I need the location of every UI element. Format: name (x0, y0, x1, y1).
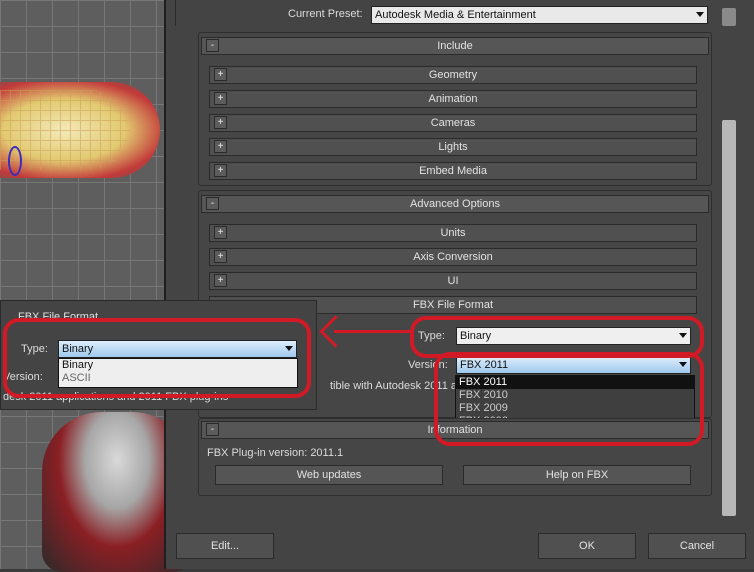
fbx-export-dialog: Current Preset: Autodesk Media & Enterta… (164, 0, 754, 569)
collapse-icon: - (206, 423, 219, 436)
preset-value: Autodesk Media & Entertainment (375, 9, 536, 21)
help-on-fbx-button[interactable]: Help on FBX (463, 465, 691, 485)
selection-marker (8, 146, 22, 176)
expand-icon: + (214, 116, 227, 129)
rollout-axis-conversion[interactable]: + Axis Conversion (209, 248, 697, 266)
expand-icon: + (214, 274, 227, 287)
rollout-label: Geometry (428, 69, 478, 81)
rollout-label: Cameras (430, 117, 476, 129)
preset-dropdown[interactable]: Autodesk Media & Entertainment (371, 6, 708, 24)
expand-icon: + (214, 92, 227, 105)
ok-button[interactable]: OK (538, 533, 636, 559)
cancel-button[interactable]: Cancel (648, 533, 746, 559)
scrollbar-up[interactable] (722, 8, 736, 26)
rollout-embed-media[interactable]: + Embed Media (209, 162, 697, 180)
annotation-circle-inset (3, 318, 311, 398)
rollout-label: Embed Media (419, 165, 487, 177)
expand-icon: + (214, 226, 227, 239)
plugin-version-text: FBX Plug-in version: 2011.1 (207, 447, 344, 459)
advanced-label: Advanced Options (410, 198, 500, 210)
include-header[interactable]: - Include (201, 37, 709, 55)
annotation-circle-version (434, 352, 704, 446)
divider (175, 0, 176, 26)
rollout-units[interactable]: + Units (209, 224, 697, 242)
fbx-format-label: FBX File Format (412, 299, 494, 311)
include-label: Include (437, 40, 473, 52)
advanced-options-header[interactable]: - Advanced Options (201, 195, 709, 213)
rollout-label: Axis Conversion (413, 251, 493, 263)
current-preset-label: Current Preset: (288, 8, 363, 20)
chevron-down-icon (696, 12, 704, 17)
rollout-geometry[interactable]: + Geometry (209, 66, 697, 84)
include-panel: - Include + Geometry + Animation + Camer… (198, 32, 712, 186)
rollout-label: Animation (428, 93, 478, 105)
web-updates-button[interactable]: Web updates (215, 465, 443, 485)
rollout-cameras[interactable]: + Cameras (209, 114, 697, 132)
expand-icon: + (214, 68, 227, 81)
scrollbar-thumb[interactable] (722, 120, 736, 516)
edit-button[interactable]: Edit... (176, 533, 274, 559)
expand-icon: + (214, 164, 227, 177)
rollout-label: Units (440, 227, 466, 239)
rollout-label: UI (447, 275, 459, 287)
expand-icon: + (214, 140, 227, 153)
expand-icon: + (214, 250, 227, 263)
rollout-label: Lights (438, 141, 468, 153)
collapse-icon: - (206, 39, 219, 52)
rollout-ui[interactable]: + UI (209, 272, 697, 290)
collapse-icon: - (206, 197, 219, 210)
rollout-lights[interactable]: + Lights (209, 138, 697, 156)
rollout-animation[interactable]: + Animation (209, 90, 697, 108)
